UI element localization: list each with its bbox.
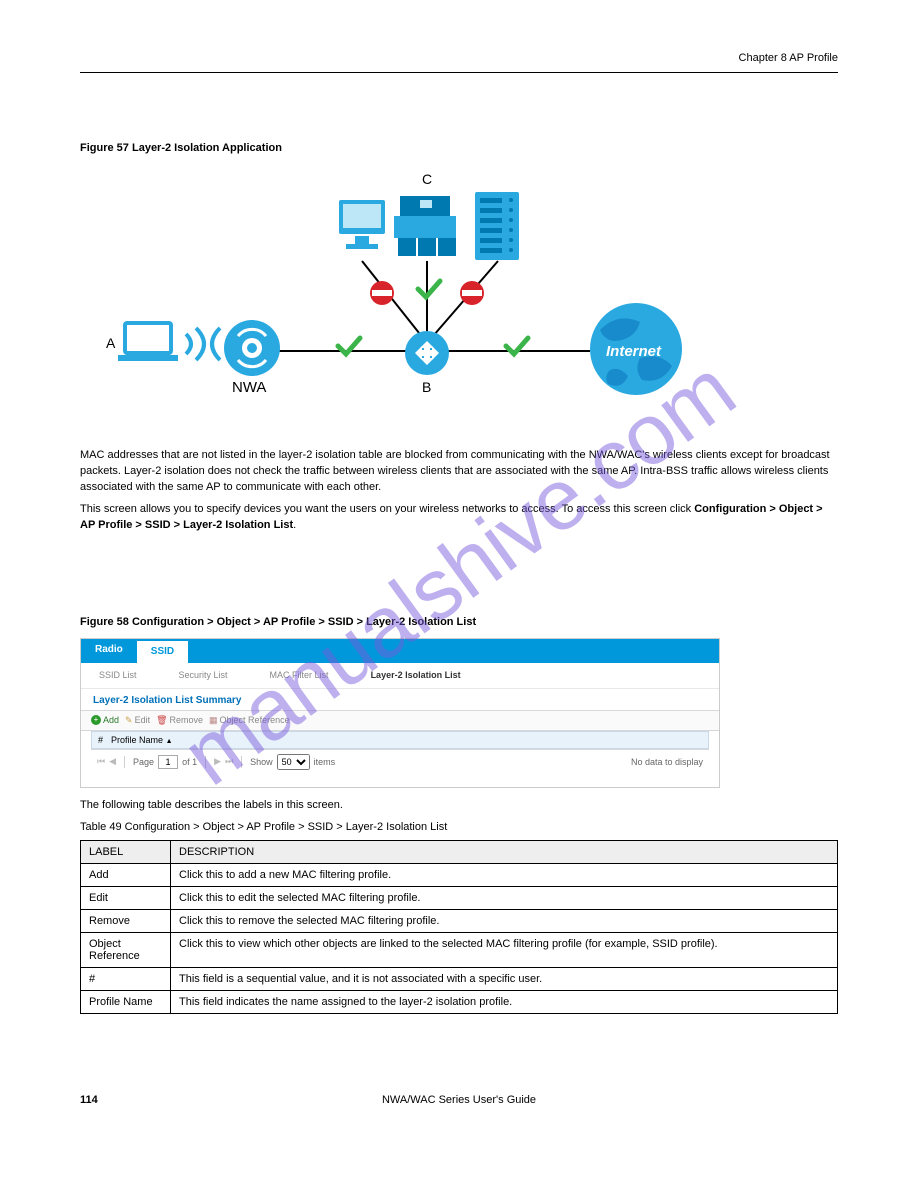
footer-series: NWA/WAC Series User's Guide <box>180 1094 738 1106</box>
description-table: LABEL DESCRIPTION AddClick this to add a… <box>80 840 838 1014</box>
router-icon: B <box>405 331 449 395</box>
paging-first-icon[interactable]: ⏮ <box>97 756 105 767</box>
subtab-security-list[interactable]: Security List <box>179 670 228 680</box>
header-rule <box>80 72 838 73</box>
monitor-icon <box>339 200 385 249</box>
figure-title-1: Figure 57 Layer-2 Isolation Application <box>80 142 838 154</box>
object-reference-icon: ▦ <box>209 715 218 726</box>
internet-icon: Internet <box>590 303 682 395</box>
access-point-icon: NWA <box>224 320 280 396</box>
body-paragraph-2: This screen allows you to specify device… <box>80 502 838 534</box>
printer-icon: C <box>394 171 456 256</box>
subtab-layer2-isolation[interactable]: Layer-2 Isolation List <box>371 670 461 680</box>
table-row: Profile NameThis field indicates the nam… <box>81 990 838 1013</box>
label-A: A <box>106 335 116 351</box>
paging-bar: ⏮ ◀ Page of 1 ▶ ⏭ Show 50 items No data … <box>91 749 709 774</box>
th-description: DESCRIPTION <box>171 840 838 863</box>
subtab-ssid-list[interactable]: SSID List <box>99 670 137 680</box>
remove-button[interactable]: 🗑Remove <box>156 715 203 726</box>
grid-header: # Profile Name ▲ <box>91 731 709 749</box>
tab-bar: Radio SSID <box>81 639 719 663</box>
edit-button[interactable]: ✎Edit <box>125 715 150 726</box>
table-row: AddClick this to add a new MAC filtering… <box>81 863 838 886</box>
tab-radio[interactable]: Radio <box>81 639 137 663</box>
tab-ssid[interactable]: SSID <box>137 639 188 663</box>
subtab-bar: SSID List Security List MAC Filter List … <box>81 663 719 689</box>
th-label: LABEL <box>81 840 171 863</box>
add-icon: + <box>91 715 101 725</box>
col-hash[interactable]: # <box>98 735 103 745</box>
sort-asc-icon: ▲ <box>166 738 173 745</box>
col-profile-name[interactable]: Profile Name ▲ <box>111 735 172 745</box>
table-row: RemoveClick this to remove the selected … <box>81 909 838 932</box>
chapter-label: Chapter 8 AP Profile <box>739 52 838 64</box>
label-B: B <box>422 379 431 395</box>
label-C: C <box>422 171 432 187</box>
subtab-mac-filter[interactable]: MAC Filter List <box>270 670 329 680</box>
screenshot-ui: Radio SSID SSID List Security List MAC F… <box>80 638 720 788</box>
toolbar: +Add ✎Edit 🗑Remove ▦Object Reference <box>81 710 719 731</box>
edit-icon: ✎ <box>125 715 133 726</box>
figure-title-2: Figure 58 Configuration > Object > AP Pr… <box>80 616 838 628</box>
network-diagram: A NWA B C <box>80 158 838 438</box>
table-caption: Table 49 Configuration > Object > AP Pro… <box>80 820 838 836</box>
table-intro: The following table describes the labels… <box>80 798 838 814</box>
body-paragraph-1: MAC addresses that are not listed in the… <box>80 448 838 496</box>
table-row: Object ReferenceClick this to view which… <box>81 932 838 967</box>
server-icon <box>475 192 519 260</box>
table-row: EditClick this to edit the selected MAC … <box>81 886 838 909</box>
label-internet: Internet <box>606 343 662 360</box>
label-NWA: NWA <box>232 379 266 396</box>
panel-title: Layer-2 Isolation List Summary <box>81 689 719 710</box>
show-select[interactable]: 50 <box>277 754 310 770</box>
page-footer: 114 NWA/WAC Series User's Guide <box>80 1094 838 1106</box>
empty-text: No data to display <box>631 757 703 767</box>
wifi-arcs-icon <box>186 328 220 360</box>
laptop-icon: A <box>106 323 178 361</box>
page-number: 114 <box>80 1094 180 1106</box>
paging-prev-icon[interactable]: ◀ <box>109 756 116 767</box>
add-button[interactable]: +Add <box>91 715 119 725</box>
table-row: #This field is a sequential value, and i… <box>81 967 838 990</box>
page-input[interactable] <box>158 755 178 769</box>
remove-icon: 🗑 <box>156 715 167 726</box>
paging-last-icon[interactable]: ⏭ <box>225 756 233 767</box>
paging-next-icon[interactable]: ▶ <box>214 756 221 767</box>
object-reference-button[interactable]: ▦Object Reference <box>209 715 290 726</box>
